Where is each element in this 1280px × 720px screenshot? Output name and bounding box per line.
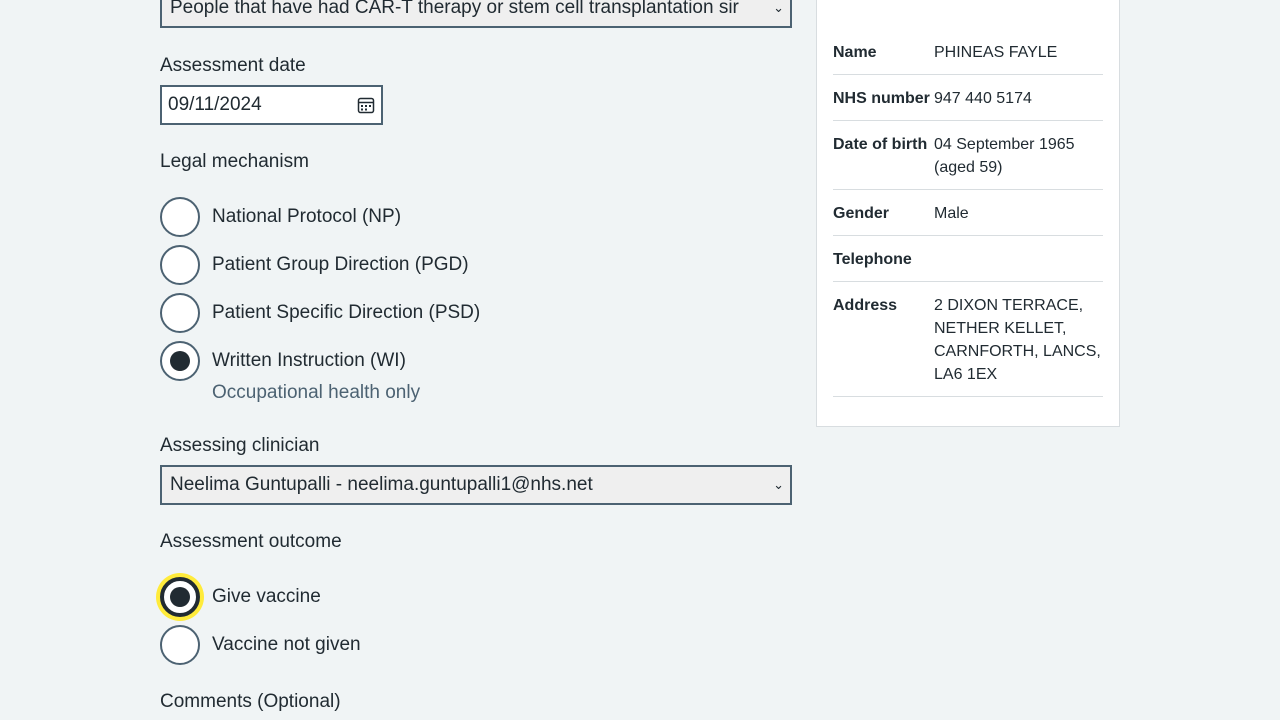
vaccination-group-select[interactable]: People that have had CAR-T therapy or st… [160, 0, 792, 28]
comments-label: Comments (Optional) [160, 691, 341, 712]
assessment-date-value: 09/11/2024 [168, 94, 262, 115]
patient-key: NHS number [833, 74, 934, 121]
patient-row-name: Name PHINEAS FAYLE [833, 29, 1103, 75]
outcome-vaccine-not-given-option[interactable]: Vaccine not given [160, 625, 361, 665]
radio-vaccine-not-given[interactable] [160, 625, 200, 665]
patient-value: PHINEAS FAYLE [934, 29, 1103, 75]
patient-value: 947 440 5174 [934, 74, 1103, 121]
patient-row-dob: Date of birth 04 September 1965 (aged 59… [833, 120, 1103, 190]
patient-key: Telephone [833, 235, 934, 282]
legal-mechanism-np-option[interactable]: National Protocol (NP) [160, 197, 401, 237]
radio-psd[interactable] [160, 293, 200, 333]
patient-details-table: Name PHINEAS FAYLE NHS number 947 440 51… [833, 29, 1103, 397]
chevron-down-icon: ⌄ [773, 0, 784, 15]
patient-row-address: Address 2 DIXON TERRACE, NETHER KELLET, … [833, 281, 1103, 397]
radio-np[interactable] [160, 197, 200, 237]
assessing-clinician-select[interactable]: Neelima Guntupalli - neelima.guntupalli1… [160, 465, 792, 505]
patient-value: Male [934, 189, 1103, 236]
assessment-date-input[interactable]: 09/11/2024 [160, 85, 383, 125]
patient-key: Address [833, 281, 934, 397]
patient-row-nhs-number: NHS number 947 440 5174 [833, 74, 1103, 121]
patient-key: Name [833, 29, 934, 75]
patient-value [934, 235, 1103, 282]
patient-details-card: Name PHINEAS FAYLE NHS number 947 440 51… [816, 0, 1120, 427]
legal-mechanism-label: Legal mechanism [160, 151, 309, 172]
legal-mechanism-psd-option[interactable]: Patient Specific Direction (PSD) [160, 293, 480, 333]
radio-wi[interactable] [160, 341, 200, 381]
radio-wi-label: Written Instruction (WI) [212, 350, 406, 371]
vaccination-group-select-value: People that have had CAR-T therapy or st… [170, 0, 739, 18]
radio-give-vaccine[interactable] [160, 577, 200, 617]
patient-key: Gender [833, 189, 934, 236]
assessment-date-label: Assessment date [160, 55, 306, 76]
patient-value: 2 DIXON TERRACE, NETHER KELLET, CARNFORT… [934, 281, 1103, 397]
radio-vaccine-not-given-label: Vaccine not given [212, 634, 361, 655]
radio-np-label: National Protocol (NP) [212, 206, 402, 227]
assessing-clinician-label: Assessing clinician [160, 435, 320, 456]
outcome-give-vaccine-option[interactable]: Give vaccine [160, 577, 321, 617]
legal-mechanism-pgd-option[interactable]: Patient Group Direction (PGD) [160, 245, 469, 285]
radio-give-vaccine-label: Give vaccine [212, 586, 321, 607]
radio-pgd-label: Patient Group Direction (PGD) [212, 254, 469, 275]
assessment-outcome-label: Assessment outcome [160, 531, 342, 552]
radio-pgd[interactable] [160, 245, 200, 285]
patient-value: 04 September 1965 (aged 59) [934, 120, 1103, 190]
patient-row-gender: Gender Male [833, 189, 1103, 236]
chevron-down-icon: ⌄ [773, 477, 784, 492]
radio-wi-hint: Occupational health only [212, 382, 421, 403]
legal-mechanism-wi-option[interactable]: Written Instruction (WI) [160, 341, 406, 381]
radio-psd-label: Patient Specific Direction (PSD) [212, 302, 481, 323]
assessing-clinician-value: Neelima Guntupalli - neelima.guntupalli1… [170, 474, 593, 495]
patient-key: Date of birth [833, 120, 934, 190]
calendar-icon[interactable] [357, 96, 375, 114]
patient-row-telephone: Telephone [833, 235, 1103, 282]
